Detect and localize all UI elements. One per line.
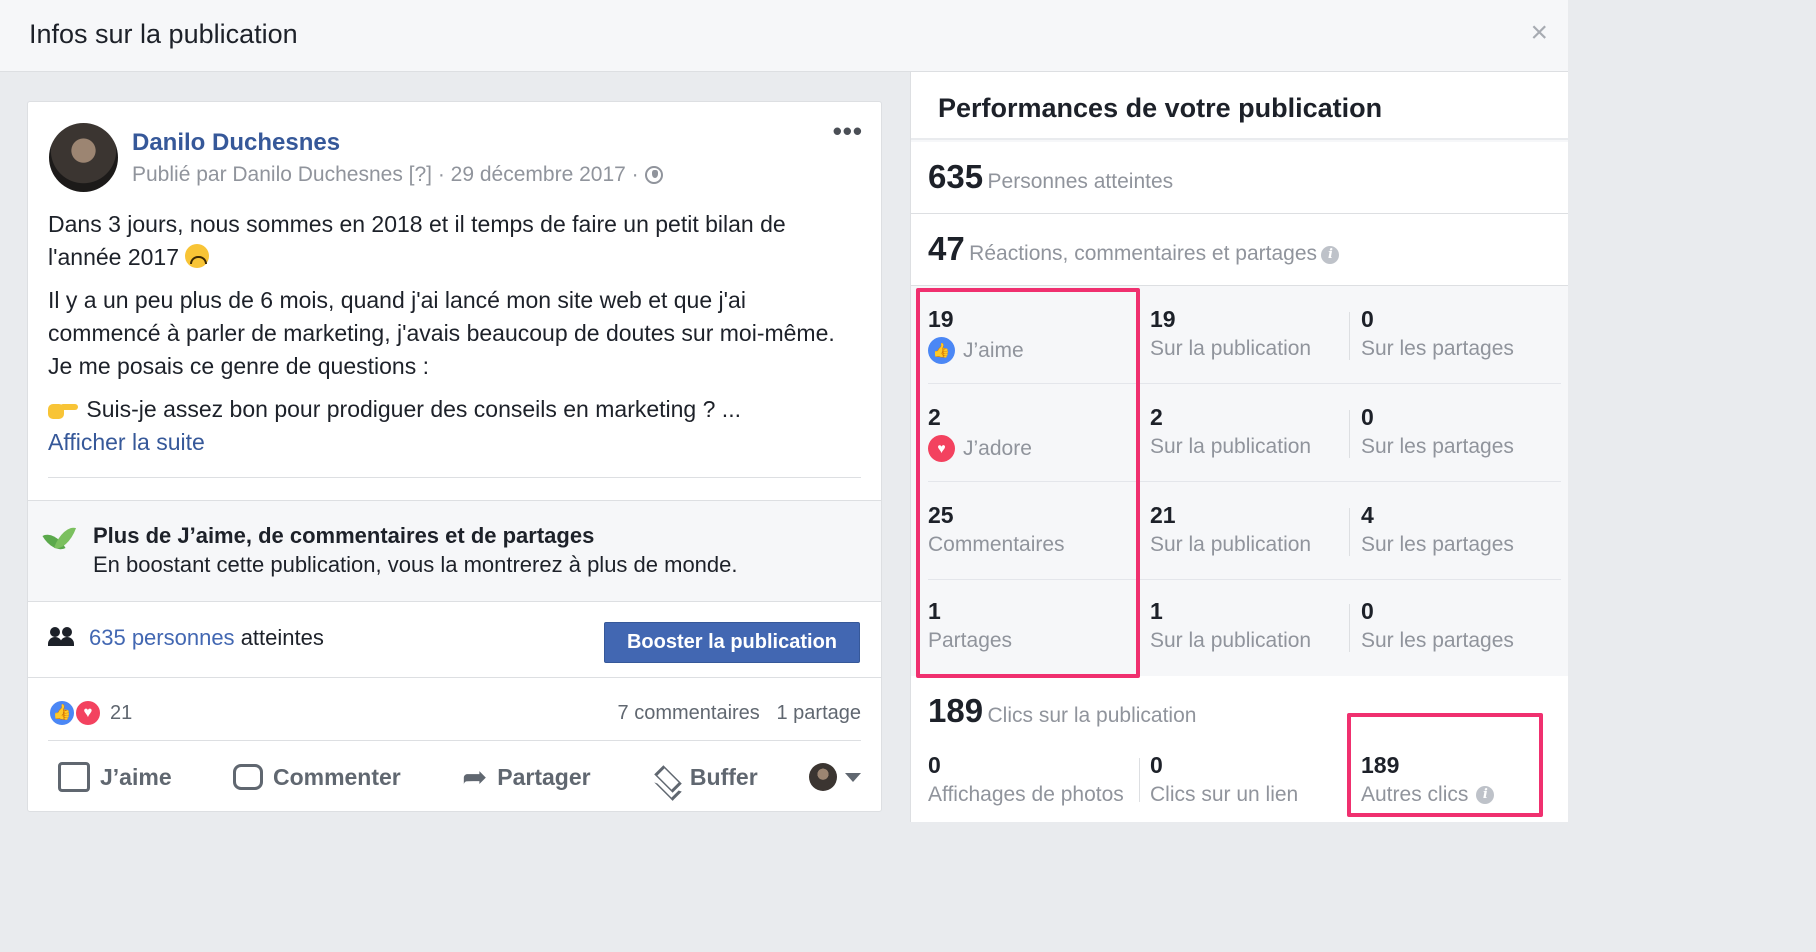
clicks-stat-value: 189 [928, 692, 984, 729]
comments-on-shares: 4 Sur les partages [1361, 502, 1514, 557]
author-name[interactable]: Danilo Duchesnes [132, 129, 340, 157]
leaf-icon [45, 523, 75, 553]
comments-count[interactable]: 7 commentaires [618, 702, 760, 724]
reach-suffix: atteintes [240, 625, 324, 650]
more-options-icon[interactable]: ••• [833, 116, 863, 147]
comments-on-shares-label: Sur les partages [1361, 533, 1514, 556]
close-icon[interactable]: × [1530, 18, 1548, 48]
engagement-stat-value: 47 [928, 230, 965, 267]
loves-on-post-label: Sur la publication [1150, 435, 1312, 458]
reach-stat-label: Personnes atteintes [987, 170, 1174, 193]
reactions-summary: 👍 ♥ 21 7 commentaires 1 partage [48, 678, 861, 741]
loves-on-shares-value: 0 [1361, 404, 1374, 430]
likes-on-shares-value: 0 [1361, 306, 1374, 332]
link-clicks-label: Clics sur un lien [1150, 783, 1299, 806]
reach-row: 635 personnes atteintes Booster la publi… [28, 602, 881, 678]
shares-on-shares-value: 0 [1361, 598, 1374, 624]
shares-count[interactable]: 1 partage [776, 702, 861, 724]
share-arrow-icon: ➦ [462, 760, 488, 794]
likes-on-post-value: 19 [1150, 306, 1176, 332]
divider [1349, 410, 1350, 458]
comments-on-post-value: 21 [1150, 502, 1176, 528]
like-reaction-icon[interactable]: 👍 [48, 699, 76, 727]
see-more-link[interactable]: Afficher la suite [48, 429, 205, 455]
post-text: Dans 3 jours, nous sommes en 2018 et il … [48, 208, 848, 459]
comment-icon [232, 764, 263, 790]
post-paragraph-2: Il y a un peu plus de 6 mois, quand j'ai… [48, 287, 835, 379]
divider [1139, 758, 1140, 802]
share-label: Partager [497, 763, 591, 790]
loves-on-shares-label: Sur les partages [1361, 435, 1514, 458]
clicks-stat-label: Clics sur la publication [987, 704, 1197, 727]
post-as-selector[interactable] [809, 763, 861, 791]
loves-on-post: 2 Sur la publication [1150, 404, 1311, 459]
engagement-stat-label: Réactions, commentaires et partages [969, 242, 1318, 265]
photo-views: 0 Affichages de photos [928, 752, 1124, 807]
divider [1349, 604, 1350, 652]
loves-on-post-value: 2 [1150, 404, 1163, 430]
shares-on-shares-label: Sur les partages [1361, 629, 1514, 652]
comment-label: Commenter [272, 763, 401, 790]
post-actions: J’aime Commenter ➦ Partager Buffer [48, 742, 861, 811]
post-card: Danilo Duchesnes Publié par Danilo Duche… [27, 101, 882, 812]
shares-on-post-label: Sur la publication [1150, 629, 1312, 652]
thumbs-up-icon [58, 762, 90, 792]
globe-icon[interactable] [644, 166, 663, 184]
reach-stat-value: 635 [928, 158, 984, 195]
like-button[interactable]: J’aime [48, 762, 182, 792]
share-button[interactable]: ➦ Partager [452, 760, 600, 795]
buffer-label: Buffer [689, 763, 758, 790]
link-clicks-value: 0 [1150, 752, 1163, 778]
likes-on-shares-label: Sur les partages [1361, 337, 1514, 360]
boost-prompt: Plus de J’aime, de commentaires et de pa… [28, 500, 881, 602]
post-paragraph-1: Dans 3 jours, nous sommes en 2018 et il … [48, 211, 786, 270]
comments-on-post: 21 Sur la publication [1150, 502, 1311, 557]
people-icon [48, 627, 76, 647]
engagement-stat: 47 Réactions, commentaires et partages i [911, 214, 1568, 286]
reach-stat: 635 Personnes atteintes [911, 142, 1568, 214]
divider [1349, 312, 1350, 360]
likes-on-post-label: Sur la publication [1150, 337, 1312, 360]
comment-button[interactable]: Commenter [223, 764, 411, 791]
link-clicks: 0 Clics sur un lien [1150, 752, 1298, 807]
performance-title: Performances de votre publication [938, 93, 1383, 123]
divider [1349, 508, 1350, 556]
boost-prompt-subtitle: En boostant cette publication, vous la m… [93, 552, 738, 577]
reactions-count[interactable]: 21 [110, 702, 132, 725]
performance-header: Performances de votre publication [911, 72, 1568, 140]
post-meta: Publié par Danilo Duchesnes [?] · 29 déc… [132, 163, 663, 187]
shares-on-post-value: 1 [1150, 598, 1163, 624]
photo-views-label: Affichages de photos [928, 783, 1124, 806]
photo-views-value: 0 [928, 752, 941, 778]
highlight-box-other-clicks [1347, 713, 1543, 817]
highlight-box-reactions [916, 288, 1140, 678]
likes-on-shares: 0 Sur les partages [1361, 306, 1514, 361]
avatar [809, 763, 837, 791]
dialog-title: Infos sur la publication [29, 19, 298, 49]
loves-on-shares: 0 Sur les partages [1361, 404, 1514, 459]
reach-text: 635 personnes atteintes [89, 625, 324, 651]
post-meta-text: Publié par Danilo Duchesnes [?] · 29 déc… [132, 163, 639, 186]
upside-down-face-emoji-icon [185, 244, 210, 268]
love-reaction-icon[interactable]: ♥ [74, 699, 102, 727]
comments-on-shares-value: 4 [1361, 502, 1374, 528]
reach-link[interactable]: 635 personnes [89, 625, 235, 650]
shares-on-post: 1 Sur la publication [1150, 598, 1311, 653]
dialog-header: Infos sur la publication × [0, 0, 1568, 72]
buffer-button[interactable]: Buffer [642, 764, 768, 791]
buffer-stack-icon [652, 764, 680, 790]
comments-shares-counts: 7 commentaires 1 partage [618, 702, 861, 725]
like-label: J’aime [100, 763, 172, 790]
pointing-hand-emoji-icon [48, 400, 80, 420]
boost-post-button[interactable]: Booster la publication [604, 622, 860, 663]
author-avatar[interactable] [49, 123, 118, 192]
info-icon[interactable]: i [1321, 246, 1340, 264]
likes-on-post: 19 Sur la publication [1150, 306, 1311, 361]
shares-on-shares: 0 Sur les partages [1361, 598, 1514, 653]
divider [48, 477, 861, 478]
boost-prompt-title: Plus de J’aime, de commentaires et de pa… [93, 523, 595, 548]
post-paragraph-3: Suis-je assez bon pour prodiguer des con… [86, 396, 741, 422]
comments-on-post-label: Sur la publication [1150, 533, 1312, 556]
chevron-down-icon [845, 772, 861, 782]
